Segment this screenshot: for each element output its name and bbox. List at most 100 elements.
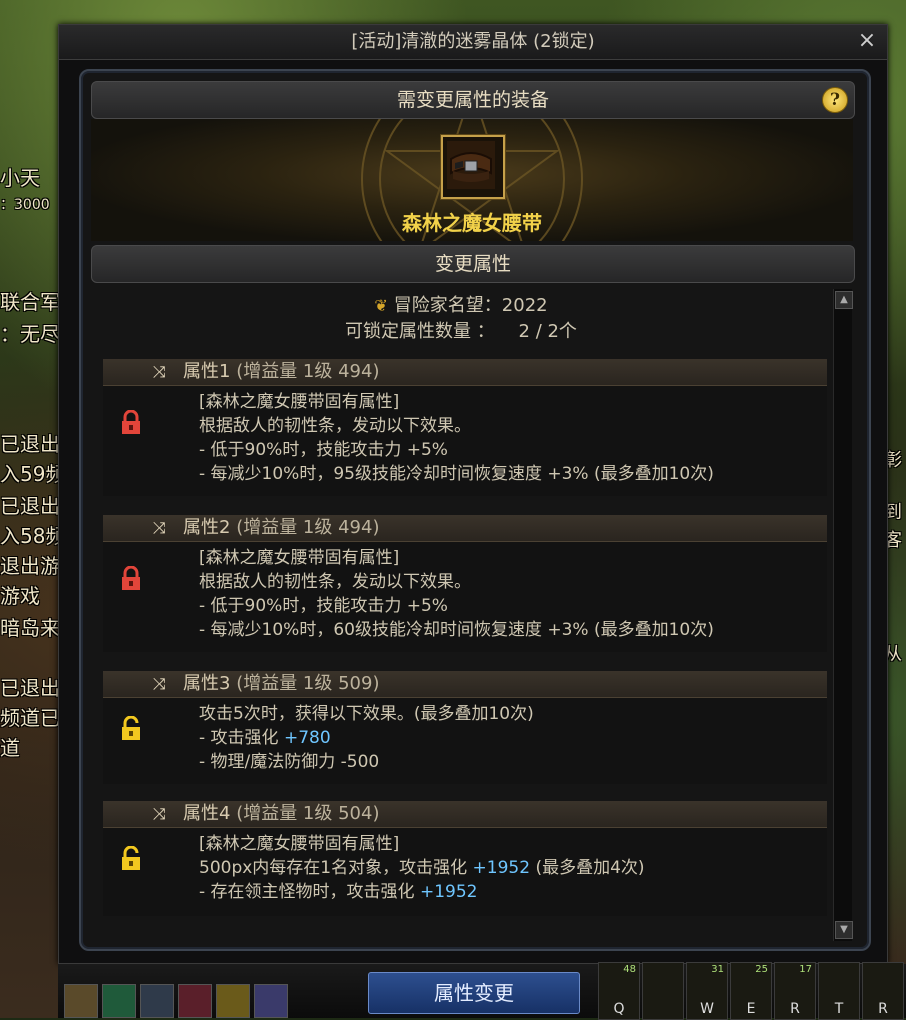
attribute-line: - 每减少10%时，95级技能冷却时间恢复速度 +3% (最多叠加10次) [199,464,714,484]
equipment-header-title: 需变更属性的装备 [396,89,549,111]
skill-cooldown: 25 [755,964,768,975]
attribute-description: [森林之魔女腰带固有属性] 500px内每存在1名对象，攻击强化 +1952 (… [199,832,645,904]
attribute-description: [森林之魔女腰带固有属性] 根据敌人的韧性条，发动以下效果。 - 低于90%时，… [199,546,714,642]
attribute-value-highlight: +1952 [419,882,478,902]
hotbar-slot[interactable] [254,984,288,1018]
reputation-label: 冒险家名望 [393,295,484,316]
chat-text: 暗岛来 [0,616,60,640]
skill-key: W [700,1001,714,1017]
belt-icon [447,141,495,189]
chat-text: 游戏 [0,584,40,608]
attribute-line: [森林之魔女腰带固有属性] [199,392,400,412]
attribute-level: (增益量 1级 494) [236,517,380,538]
attribute-card: ⤨ 属性2 (增益量 1级 494) [森林之魔女腰带固有属性] 根据敌人的韧性… [103,515,827,652]
chat-text: 已退出 [0,432,60,456]
change-header-title: 变更属性 [434,253,511,275]
attribute-line-suffix: (最多叠加4次) [530,858,645,878]
attribute-scrollbar[interactable]: ▲ ▼ [833,289,853,941]
scroll-down-icon[interactable]: ▼ [835,921,853,939]
hotbar-slot[interactable] [216,984,250,1018]
attribute-line: - 低于90%时，技能攻击力 +5% [199,440,448,460]
attribute-level: (增益量 1级 504) [236,803,380,824]
lock-locked-icon[interactable] [119,410,143,436]
attribute-line: [森林之魔女腰带固有属性] [199,548,400,568]
skill-slot-extra[interactable]: R [862,962,904,1020]
change-section-header: 变更属性 [91,245,855,283]
chat-text: 已退出 [0,676,60,700]
lockable-value: 2 / 2个 [518,321,577,342]
equipment-section-header: 需变更属性的装备 ? [91,81,855,119]
attribute-line: 根据敌人的韧性条，发动以下效果。 [199,416,471,436]
attribute-header: ⤨ 属性2 (增益量 1级 494) [103,515,827,542]
attribute-card: ⤨ 属性1 (增益量 1级 494) [森林之魔女腰带固有属性] 根据敌人的韧性… [103,359,827,496]
reputation-value: ：2022 [483,295,548,316]
attribute-title: 属性1 [183,361,231,382]
attribute-value-highlight: +1952 [472,858,531,878]
attribute-level: (增益量 1级 494) [236,361,380,382]
attribute-body: [森林之魔女腰带固有属性] 根据敌人的韧性条，发动以下效果。 - 低于90%时，… [103,386,827,496]
skill-key: Q [613,1001,625,1017]
reputation-icon: ❦ [374,296,388,315]
attribute-title: 属性3 [183,673,231,694]
skill-cooldown: 31 [711,964,724,975]
item-name: 森林之魔女腰带 [402,211,542,235]
hotbar-slot[interactable] [140,984,174,1018]
attribute-header: ⤨ 属性1 (增益量 1级 494) [103,359,827,386]
window-titlebar[interactable]: [活动]清澈的迷雾晶体 (2锁定) × [59,25,887,60]
equipment-slot[interactable] [441,135,505,199]
attribute-line-text: - 攻击强化 [199,728,284,748]
attribute-line: - 攻击强化 +780 [199,726,534,750]
crystal-attribute-window: [活动]清澈的迷雾晶体 (2锁定) × 需变更属性的装备 ? 森林之魔女腰带 变… [58,24,888,964]
lock-locked-icon[interactable] [119,566,143,592]
scroll-up-icon[interactable]: ▲ [835,291,853,309]
skill-slot-t[interactable]: 17 R [774,962,816,1020]
window-title: [活动]清澈的迷雾晶体 (2锁定) [351,31,595,52]
skill-key: T [834,1001,844,1017]
chat-text: 频道已 [0,706,60,730]
shuffle-icon: ⤨ [153,518,166,537]
close-icon[interactable]: × [855,29,879,53]
chat-text: ：3000 [0,197,50,213]
skill-slot-r[interactable]: 25 E [730,962,772,1020]
attribute-card: ⤨ 属性3 (增益量 1级 509) 攻击5次时，获得以下效果。(最多叠加10次… [103,671,827,784]
attribute-line: - 每减少10%时，60级技能冷却时间恢复速度 +3% (最多叠加10次) [199,620,714,640]
lock-unlocked-icon[interactable] [119,716,143,742]
shuffle-icon: ⤨ [153,674,166,693]
attribute-header: ⤨ 属性4 (增益量 1级 504) [103,801,827,828]
attribute-line: 500px内每存在1名对象，攻击强化 +1952 (最多叠加4次) [199,856,645,880]
skill-slot-q[interactable]: 48 Q [598,962,640,1020]
shuffle-icon: ⤨ [153,804,166,823]
hotbar-slot[interactable] [102,984,136,1018]
reputation-line: ❦ 冒险家名望：2022 [91,291,831,317]
window-frame: 需变更属性的装备 ? 森林之魔女腰带 变更属性 ❦ 冒险家名望：2022 可锁定… [79,69,871,951]
attribute-body: [森林之魔女腰带固有属性] 500px内每存在1名对象，攻击强化 +1952 (… [103,828,827,916]
heart-icon[interactable] [178,984,212,1018]
attribute-line: - 物理/魔法防御力 -500 [199,752,380,772]
change-attribute-button[interactable]: 属性变更 [368,972,580,1014]
lockable-label: 可锁定属性数量 ： [345,321,495,342]
attribute-line: 攻击5次时，获得以下效果。(最多叠加10次) [199,704,534,724]
attribute-value-highlight: +780 [283,728,331,748]
help-icon[interactable]: ? [822,87,848,113]
skill-slot-extra[interactable]: T [818,962,860,1020]
attribute-line: [森林之魔女腰带固有属性] [199,834,400,854]
skill-slot-e[interactable]: 31 W [686,962,728,1020]
hotbar-slot[interactable] [64,984,98,1018]
attribute-line-text: 500px内每存在1名对象，攻击强化 [199,858,473,878]
chat-text: ：无尽 [0,322,60,346]
lockable-count-line: 可锁定属性数量 ： 2 / 2个 [91,317,831,343]
lock-unlocked-icon[interactable] [119,846,143,872]
game-chat-strip: 小天 ：3000 联合军 ：无尽 已退出 入59频 已退出 入58频道 退出游戏… [0,0,85,1018]
skill-cooldown: 48 [623,964,636,975]
attribute-header: ⤨ 属性3 (增益量 1级 509) [103,671,827,698]
attribute-title: 属性4 [183,803,231,824]
skill-key: E [746,1001,756,1017]
equipment-display: 森林之魔女腰带 [91,119,853,241]
skill-slot-w[interactable] [642,962,684,1020]
attribute-line: - 低于90%时，技能攻击力 +5% [199,596,448,616]
shuffle-icon: ⤨ [153,362,166,381]
attribute-description: [森林之魔女腰带固有属性] 根据敌人的韧性条，发动以下效果。 - 低于90%时，… [199,390,714,486]
attribute-body: [森林之魔女腰带固有属性] 根据敌人的韧性条，发动以下效果。 - 低于90%时，… [103,542,827,652]
attribute-list: ❦ 冒险家名望：2022 可锁定属性数量 ： 2 / 2个 ⤨ 属性1 (增益量 … [91,287,831,937]
attribute-body: 攻击5次时，获得以下效果。(最多叠加10次) - 攻击强化 +780 - 物理/… [103,698,827,784]
